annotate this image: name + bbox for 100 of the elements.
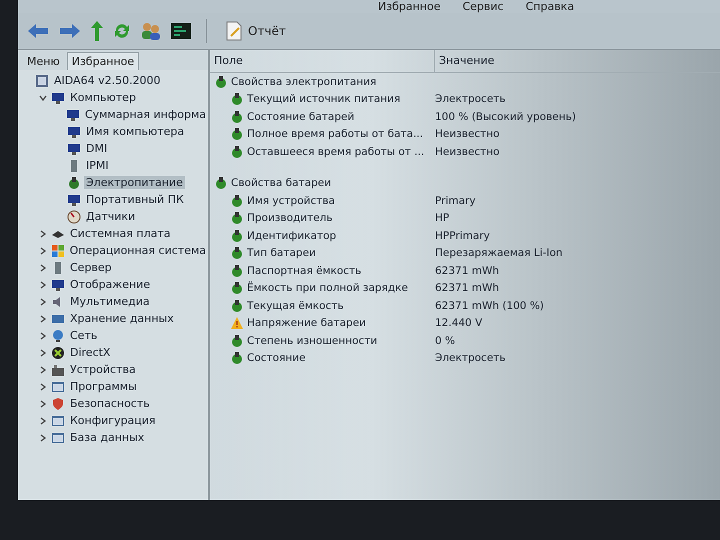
column-header[interactable]: Значение xyxy=(435,50,675,72)
tree-item[interactable]: Мультимедиа xyxy=(68,295,152,308)
tree-item[interactable]: Безопасность xyxy=(68,397,152,410)
battery-plug-icon xyxy=(230,334,244,348)
field-value: HPPrimary xyxy=(435,230,490,242)
battery-plug-icon xyxy=(230,92,244,106)
tree-item[interactable]: Устройства xyxy=(68,363,138,376)
windows-logo-icon xyxy=(50,244,65,258)
tree-item[interactable]: Хранение данных xyxy=(68,312,176,325)
field-name: Напряжение батареи xyxy=(247,317,366,330)
monitor-icon xyxy=(66,108,80,122)
battery-plug-icon xyxy=(230,211,244,226)
power-plug-icon xyxy=(67,176,81,190)
battery-plug-icon xyxy=(230,144,244,159)
sidebar-tab[interactable]: Меню xyxy=(22,52,65,70)
tree-item[interactable]: AIDA64 v2.50.2000 xyxy=(52,74,163,87)
field-name: Паспортная ёмкость xyxy=(247,264,362,277)
expand-chevron-icon[interactable] xyxy=(39,416,47,424)
expand-chevron-icon[interactable] xyxy=(39,314,47,322)
monitor-icon xyxy=(51,90,65,104)
x-logo-icon xyxy=(51,346,65,360)
menu-item[interactable]: Избранное xyxy=(378,0,440,13)
group-title: Свойства электропитания xyxy=(231,76,376,88)
collapse-chevron-icon[interactable] xyxy=(39,94,47,102)
users-icon[interactable] xyxy=(140,21,162,41)
expand-chevron-icon[interactable] xyxy=(39,348,47,356)
battery-plug-icon xyxy=(214,74,228,89)
expand-chevron-icon[interactable] xyxy=(39,264,47,272)
expand-chevron-icon[interactable] xyxy=(39,332,47,340)
tree-item[interactable]: Сервер xyxy=(68,261,114,274)
tree-item[interactable]: Компьютер xyxy=(68,91,138,104)
tree-item[interactable]: Отображение xyxy=(68,278,152,291)
monitor-icon xyxy=(67,124,81,138)
field-value: Электросеть xyxy=(435,352,506,364)
tree-item[interactable]: База данных xyxy=(68,431,146,444)
tree-item[interactable]: Программы xyxy=(68,380,139,393)
field-name: Тип батареи xyxy=(247,247,316,260)
expand-chevron-icon[interactable] xyxy=(39,382,47,390)
tree-item[interactable]: Портативный ПК xyxy=(84,193,186,206)
back-arrow-icon[interactable] xyxy=(26,22,50,40)
field-name: Степень изношенности xyxy=(247,334,378,347)
battery-plug-icon xyxy=(230,228,244,243)
field-value: 12.440 V xyxy=(435,317,482,330)
battery-plug-icon xyxy=(230,281,244,296)
field-value: 100 % (Высокий уровень) xyxy=(435,110,576,123)
window-icon xyxy=(51,414,65,428)
gauge-icon xyxy=(67,210,81,224)
group-title: Свойства батареи xyxy=(231,177,332,190)
app-icon xyxy=(35,74,49,88)
field-value: 0 % xyxy=(435,334,455,347)
field-name: Имя устройства xyxy=(247,194,335,207)
menu-item[interactable]: Сервис xyxy=(462,0,504,13)
field-value: 62371 mWh xyxy=(435,264,500,277)
tree-item[interactable]: Системная плата xyxy=(68,227,173,240)
battery-plug-icon xyxy=(230,351,244,366)
expand-chevron-icon[interactable] xyxy=(39,298,47,306)
tree-item[interactable]: DMI xyxy=(84,142,110,155)
expand-chevron-icon[interactable] xyxy=(39,230,47,238)
field-value: Неизвестно xyxy=(435,128,500,140)
battery-plug-icon xyxy=(230,246,244,260)
sidebar-tab[interactable]: Избранное xyxy=(66,52,140,70)
tree-item[interactable]: Сеть xyxy=(68,329,100,342)
report-button[interactable]: Отчёт xyxy=(221,19,290,43)
field-name: Полное время работы от бата... xyxy=(247,128,424,140)
menu-item[interactable]: Справка xyxy=(526,0,574,13)
monitor-icon xyxy=(51,278,65,292)
field-value: Неизвестно xyxy=(435,146,500,158)
expand-chevron-icon[interactable] xyxy=(39,434,47,442)
expand-chevron-icon[interactable] xyxy=(38,246,47,254)
column-header[interactable]: Поле xyxy=(210,50,435,72)
tree-item[interactable]: Конфигурация xyxy=(68,414,158,427)
field-name: Идентификатор xyxy=(247,230,336,242)
terminal-icon[interactable] xyxy=(170,22,192,40)
tree-item[interactable]: Датчики xyxy=(84,210,138,223)
document-pencil-icon xyxy=(225,21,243,41)
tree-item[interactable]: Электропитание xyxy=(84,176,185,189)
field-name: Производитель xyxy=(247,212,333,224)
tree-item[interactable]: Суммарная информа xyxy=(82,108,208,121)
warning-icon xyxy=(230,316,244,330)
monitor-icon xyxy=(67,192,81,206)
tree-item[interactable]: DirectX xyxy=(68,346,112,359)
expand-chevron-icon[interactable] xyxy=(39,400,47,408)
battery-plug-icon xyxy=(214,176,228,190)
field-name: Текущий источник питания xyxy=(247,93,400,106)
tree-item[interactable]: Имя компьютера xyxy=(84,125,186,138)
tree-item[interactable]: Операционная система xyxy=(68,244,208,257)
tree-item[interactable]: IPMI xyxy=(84,159,111,172)
window-icon xyxy=(51,380,65,394)
network-icon xyxy=(51,328,65,342)
expand-chevron-icon[interactable] xyxy=(39,366,47,374)
expand-chevron-icon[interactable] xyxy=(39,280,47,288)
field-name: Текущая ёмкость xyxy=(247,300,344,312)
field-name: Ёмкость при полной зарядке xyxy=(247,282,408,294)
battery-plug-icon xyxy=(230,194,244,208)
window-icon xyxy=(51,430,65,444)
battery-plug-icon xyxy=(230,264,244,278)
devices-icon xyxy=(51,362,65,376)
forward-arrow-icon[interactable] xyxy=(58,22,82,40)
field-value: Электросеть xyxy=(435,93,506,106)
field-name: Состояние батарей xyxy=(247,110,354,123)
